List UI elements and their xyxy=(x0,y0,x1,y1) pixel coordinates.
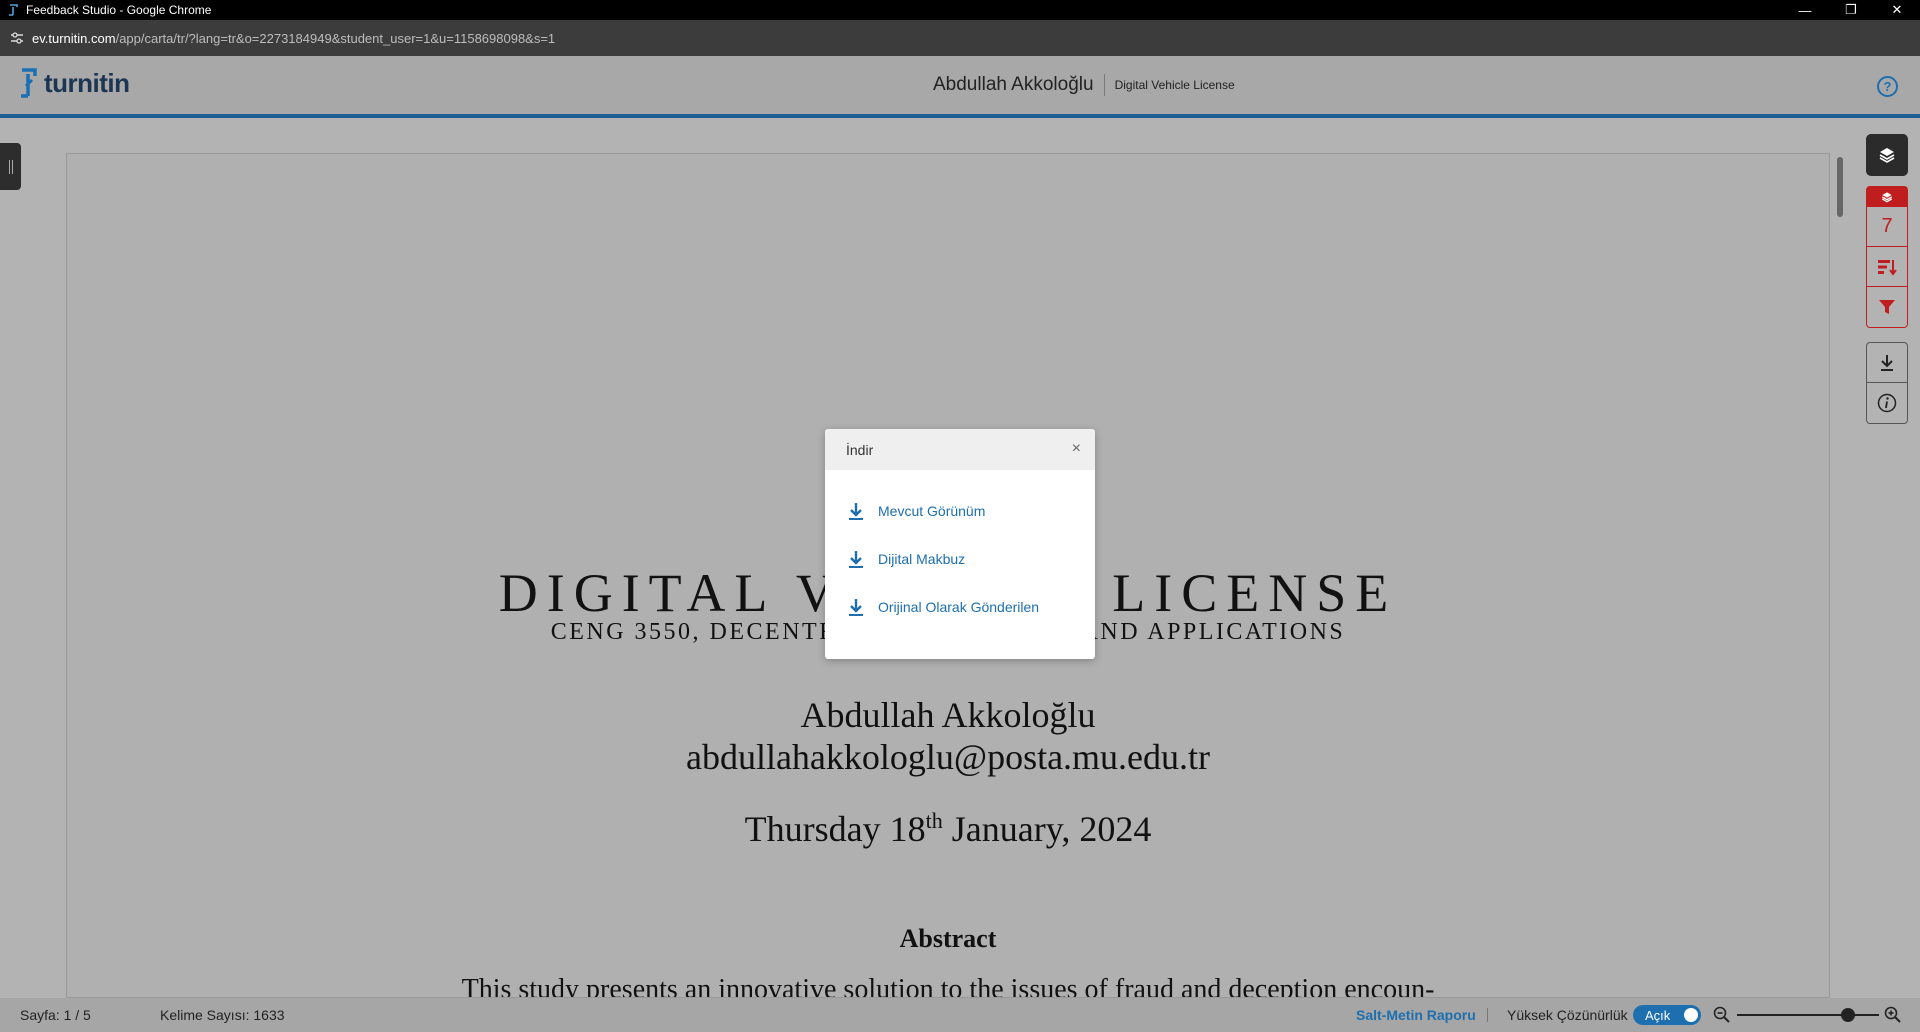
match-overview-button[interactable] xyxy=(1867,247,1907,287)
turnitin-favicon-icon xyxy=(6,3,20,17)
download-original-submission[interactable]: Orijinal Olarak Gönderilen xyxy=(825,583,1095,631)
zoom-in-icon[interactable] xyxy=(1884,1006,1902,1027)
url-path: /app/carta/tr/?lang=tr&o=2273184949&stud… xyxy=(115,30,556,46)
minimize-button[interactable]: — xyxy=(1782,0,1828,20)
app-header: turnitin Abdullah Akkoloğlu Digital Vehi… xyxy=(0,56,1920,118)
match-overview-icon xyxy=(1878,259,1897,276)
dialog-title: İndir xyxy=(846,441,874,458)
logo-text: turnitin xyxy=(44,67,130,98)
document-author: Abdullah Akkoloğlu xyxy=(800,695,1096,735)
zoom-out-icon[interactable] xyxy=(1713,1006,1731,1027)
zoom-slider[interactable] xyxy=(1737,1014,1879,1016)
download-option-label: Orijinal Olarak Gönderilen xyxy=(878,599,1040,615)
scrollbar-thumb[interactable] xyxy=(1837,157,1843,217)
drawer-handle-icon xyxy=(8,159,13,174)
site-settings-icon[interactable] xyxy=(10,31,24,45)
similarity-layers-icon xyxy=(1882,192,1892,203)
dialog-body: Mevcut Görünüm Dijital Makbuz Orijinal O… xyxy=(825,470,1095,631)
layers-button[interactable] xyxy=(1866,134,1908,176)
date-suffix: th xyxy=(925,808,943,833)
download-option-label: Mevcut Görünüm xyxy=(878,503,986,519)
document-scrollbar[interactable] xyxy=(1835,153,1845,998)
date-rest: January, 2024 xyxy=(942,809,1152,849)
download-button[interactable] xyxy=(1867,343,1907,383)
window-title: Feedback Studio - Google Chrome xyxy=(26,3,212,17)
abstract-text: This study presents an innovative soluti… xyxy=(461,974,1435,998)
toggle-label: Açık xyxy=(1645,1007,1671,1023)
date-day: Thursday 18 xyxy=(744,809,926,849)
similarity-panel: 7 xyxy=(1866,186,1908,328)
turnitin-logo: turnitin xyxy=(18,66,130,100)
document-email: abdullahakkologlu@posta.mu.edu.tr xyxy=(685,737,1211,777)
info-icon xyxy=(1877,393,1897,413)
filter-button[interactable] xyxy=(1867,287,1907,327)
high-resolution-label: Yüksek Çözünürlük xyxy=(1507,1007,1628,1023)
high-resolution-toggle[interactable]: Açık xyxy=(1633,1005,1701,1025)
toggle-knob xyxy=(1684,1008,1698,1022)
status-bar: Sayfa: 1 / 5 Kelime Sayısı: 1633 Salt-Me… xyxy=(0,998,1920,1032)
word-count: Kelime Sayısı: 1633 xyxy=(160,1007,285,1023)
zoom-slider-handle[interactable] xyxy=(1840,1008,1855,1022)
url-host: ev.turnitin.com xyxy=(32,30,116,46)
submission-info: Abdullah Akkoloğlu Digital Vehicle Licen… xyxy=(933,74,1235,96)
help-icon[interactable]: ? xyxy=(1877,76,1898,97)
abstract-heading: Abstract xyxy=(899,924,997,953)
download-current-view[interactable]: Mevcut Görünüm xyxy=(825,487,1095,535)
dialog-close-button[interactable]: × xyxy=(1072,440,1081,458)
download-option-label: Dijital Makbuz xyxy=(878,551,966,567)
status-divider xyxy=(1487,1008,1488,1022)
tools-panel xyxy=(1866,342,1908,424)
assignment-title: Digital Vehicle License xyxy=(1114,78,1235,92)
side-drawer-toggle[interactable] xyxy=(0,143,21,190)
text-only-report-link[interactable]: Salt-Metin Raporu xyxy=(1356,1007,1476,1023)
document-date: Thursday 18th January, 2024 xyxy=(67,808,1829,850)
download-icon xyxy=(848,549,864,569)
submission-info-button[interactable] xyxy=(1867,383,1907,423)
filter-icon xyxy=(1879,300,1895,314)
student-name: Abdullah Akkoloğlu xyxy=(933,74,1105,96)
download-icon xyxy=(848,597,864,617)
download-digital-receipt[interactable]: Dijital Makbuz xyxy=(825,535,1095,583)
address-bar[interactable]: ev.turnitin.com/app/carta/tr/?lang=tr&o=… xyxy=(0,20,1920,56)
dialog-header: İndir xyxy=(825,429,1095,470)
download-icon xyxy=(1881,354,1893,371)
restore-button[interactable]: ❐ xyxy=(1828,0,1874,20)
similarity-score[interactable]: 7 xyxy=(1867,207,1907,247)
similarity-layer-header[interactable] xyxy=(1867,187,1907,207)
download-icon xyxy=(848,501,864,521)
download-dialog: İndir × Mevcut Görünüm Dijital Makbuz Or… xyxy=(825,429,1095,659)
close-window-button[interactable]: ✕ xyxy=(1874,0,1920,20)
browser-title-bar: Feedback Studio - Google Chrome — ❐ ✕ xyxy=(0,0,1920,20)
layers-icon xyxy=(1879,148,1895,163)
page-indicator: Sayfa: 1 / 5 xyxy=(20,1007,91,1023)
turnitin-logo-icon xyxy=(21,68,37,98)
